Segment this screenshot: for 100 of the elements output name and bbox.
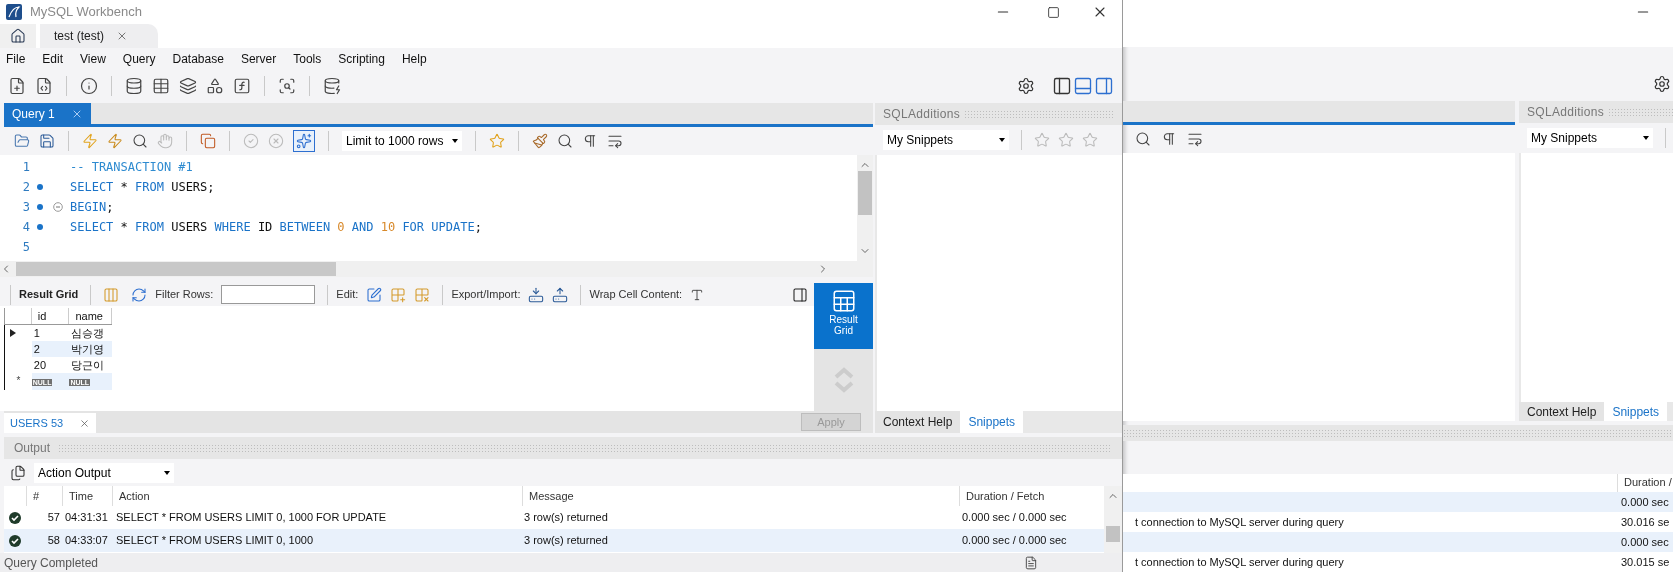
import-icon[interactable] (552, 286, 569, 303)
snippets-dropdown[interactable]: My Snippets (883, 130, 1009, 150)
edit-icon[interactable] (366, 286, 383, 303)
notes-icon[interactable] (1024, 555, 1038, 570)
column-header[interactable]: # (26, 486, 62, 506)
limit-dropdown[interactable]: Limit to 1000 rows (342, 131, 462, 151)
export-label: Export/Import: (451, 287, 521, 303)
copy-icon[interactable] (10, 464, 26, 481)
info-icon[interactable] (80, 77, 98, 95)
folder-icon[interactable] (14, 133, 30, 149)
search-icon[interactable] (557, 133, 573, 149)
panel-toggle-icon[interactable] (792, 286, 808, 303)
table-icon[interactable] (152, 77, 170, 95)
database-icon[interactable] (125, 77, 143, 95)
result-grid-label: Result Grid (19, 287, 79, 303)
result-grid-side-button[interactable]: Result Grid (814, 283, 873, 349)
success-icon (9, 511, 21, 524)
search-icon[interactable] (278, 77, 296, 95)
table-cell-text: 3 row(s) returned (523, 533, 609, 549)
output-dropdown[interactable]: Action Output (34, 462, 174, 483)
settings-icon[interactable] (1653, 75, 1671, 94)
menu-item[interactable]: Help (401, 49, 427, 68)
menu-item[interactable]: Database (172, 49, 224, 68)
menu-item[interactable]: Scripting (338, 49, 385, 68)
star-icon[interactable] (1082, 132, 1098, 148)
column-header[interactable]: Message (522, 486, 959, 506)
search-icon[interactable] (1135, 130, 1151, 147)
new-sql-file-icon[interactable] (8, 77, 26, 95)
column-header[interactable]: Action (112, 486, 522, 506)
column-header[interactable]: Time (62, 486, 112, 506)
open-sql-file-icon[interactable] (35, 77, 53, 95)
table-cell-text: 04:31:31 (64, 510, 109, 526)
secondary-sidebar-toggle-icon[interactable] (1094, 76, 1114, 96)
filter-label: Filter Rows: (155, 287, 214, 303)
toggle-output-icon[interactable] (200, 133, 216, 149)
menu-item[interactable]: View (80, 49, 106, 68)
table-cell: t connection to MySQL server during query (1135, 515, 1344, 528)
star-icon[interactable] (1034, 132, 1050, 148)
autocommit-icon (296, 133, 312, 149)
panel-tab[interactable]: Snippets (1604, 402, 1668, 422)
star-icon[interactable] (489, 133, 505, 149)
menu-item[interactable]: Edit (42, 49, 64, 68)
home-icon[interactable] (10, 28, 26, 44)
refresh-icon[interactable] (131, 286, 148, 303)
scroll-thumb[interactable] (1106, 526, 1120, 542)
search-icon[interactable] (132, 133, 148, 149)
vertical-scrollbar[interactable] (1104, 486, 1122, 553)
function-icon[interactable] (233, 77, 251, 95)
filter-field[interactable] (221, 285, 316, 304)
menu-item[interactable]: Tools (293, 49, 322, 68)
brush-icon[interactable] (532, 133, 548, 149)
wrap-cell-icon[interactable] (690, 287, 705, 302)
code-line: -- TRANSACTION #1 (70, 159, 193, 176)
table-cell-text: 04:33:07 (64, 533, 109, 549)
table-cell: 30.015 se (1621, 555, 1670, 568)
panel-title: SQLAdditions (883, 106, 960, 123)
settings-icon[interactable] (1017, 77, 1035, 95)
panel-tab[interactable]: Context Help (1519, 402, 1605, 422)
pilcrow-icon[interactable] (1161, 130, 1177, 147)
table-cell-text: 20 (32, 358, 48, 373)
sidebar-toggle-icon[interactable] (1052, 76, 1072, 96)
home-tab[interactable] (0, 24, 36, 48)
column-header[interactable]: Duration / Fetch (959, 486, 1071, 506)
column-header[interactable]: id (31, 308, 70, 324)
column-header[interactable]: name (69, 308, 112, 324)
query-tab[interactable]: Query 1 (4, 103, 91, 124)
view-icon[interactable] (179, 77, 197, 95)
reconnect-icon[interactable] (323, 77, 341, 95)
line-number: 5 (21, 239, 31, 256)
menu-item[interactable]: File (6, 49, 26, 68)
panel-tab[interactable]: Snippets (960, 411, 1024, 433)
pilcrow-icon[interactable] (582, 133, 598, 149)
line-number: 4 (21, 219, 31, 236)
table-cell-text: 1 (32, 326, 41, 341)
output-toggle-icon[interactable] (1073, 76, 1093, 96)
connection-tab[interactable]: test (test) (40, 24, 158, 48)
table-cell: 박기영 (69, 341, 112, 357)
save-icon[interactable] (39, 133, 55, 149)
table-cell-text: 당근이 (70, 358, 106, 373)
line-number: 1 (21, 159, 31, 176)
star-icon[interactable] (1058, 132, 1074, 148)
fold-icon[interactable] (53, 202, 63, 212)
menu-item[interactable]: Server (240, 49, 277, 68)
autocommit-toggle[interactable] (293, 130, 315, 152)
window-title: MySQL Workbench (30, 3, 142, 22)
lightning-icon[interactable] (107, 133, 123, 149)
panel-tab[interactable]: Context Help (875, 411, 961, 433)
wrap-icon[interactable] (607, 133, 623, 149)
export-icon[interactable] (528, 286, 545, 303)
maximize-icon[interactable] (1047, 5, 1060, 19)
grid-icon (830, 288, 857, 314)
table-cell-text: 3 row(s) returned (523, 510, 609, 526)
table-cell-text: 0.000 sec / 0.000 sec (961, 533, 1068, 549)
snippets-dropdown[interactable]: My Snippets (1527, 127, 1653, 148)
wrap-label: Wrap Cell Content: (589, 287, 683, 303)
code-line: SELECT * FROM USERS WHERE ID BETWEEN 0 AND 10 FOR UPDATE; (70, 219, 482, 236)
line-number: 3 (21, 199, 31, 216)
result-tab[interactable]: USERS 53 (4, 413, 97, 433)
procedure-icon[interactable] (206, 77, 224, 95)
menu-item[interactable]: Query (122, 49, 156, 68)
